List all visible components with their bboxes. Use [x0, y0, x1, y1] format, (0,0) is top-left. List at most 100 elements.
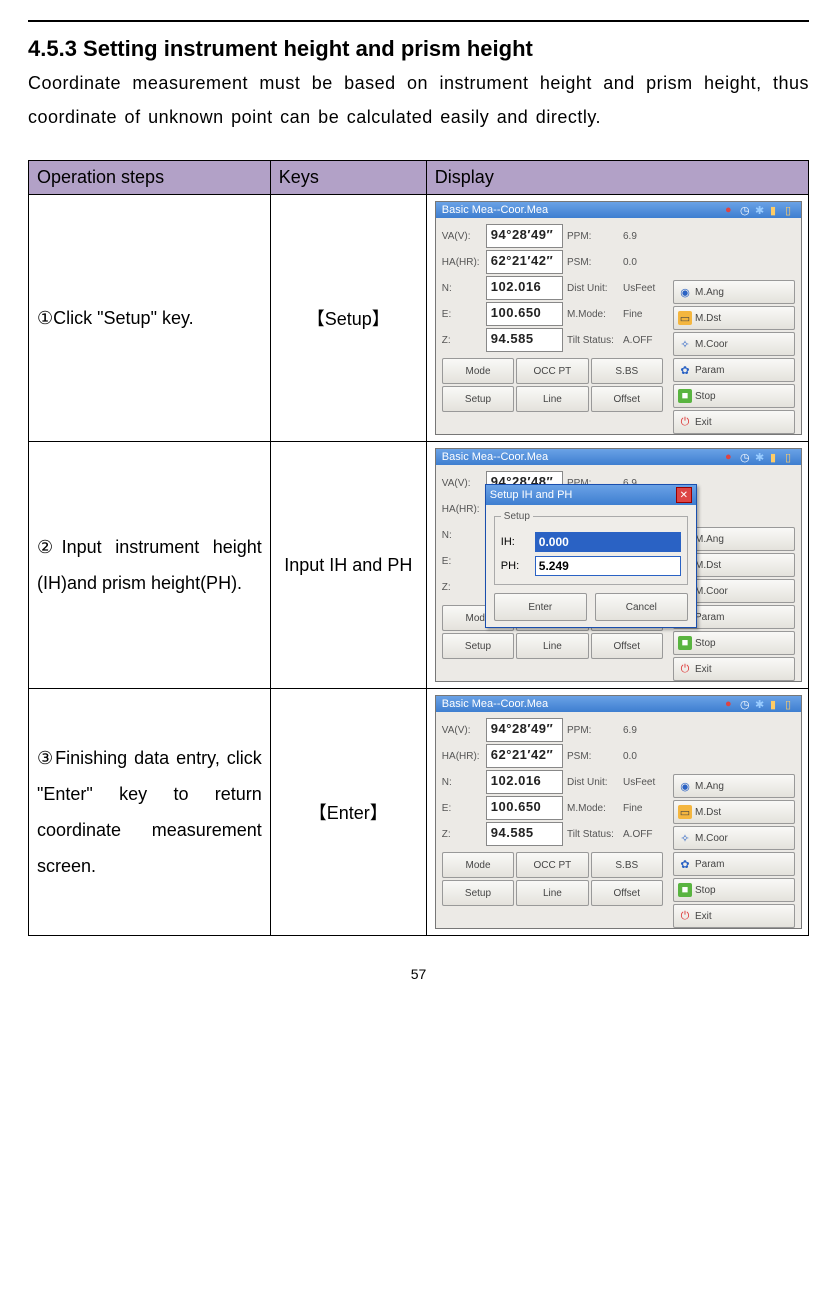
system-tray: ● ◷ ✱ ▮ ▯	[725, 698, 797, 710]
system-tray: ● ◷ ✱ ▮ ▯	[725, 204, 797, 216]
n-label: N:	[442, 283, 482, 294]
window-titlebar: Basic Mea--Coor.Mea ● ◷ ✱ ▮ ▯	[436, 202, 801, 218]
va-value: 94°28′49″	[486, 718, 563, 742]
exit-button[interactable]: ⏻Exit	[673, 904, 795, 928]
bluetooth-icon: ✱	[755, 204, 767, 216]
exit-button[interactable]: ⏻Exit	[673, 657, 795, 681]
psm-label: PSM:	[567, 751, 619, 762]
window-title: Basic Mea--Coor.Mea	[440, 204, 725, 216]
col-keys: Keys	[270, 161, 426, 195]
setup-button[interactable]: Setup	[442, 880, 514, 906]
va-label: VA(V):	[442, 725, 482, 736]
exit-icon: ⏻	[678, 909, 692, 923]
setup-button[interactable]: Setup	[442, 633, 514, 659]
param-button[interactable]: ✿Param	[673, 358, 795, 382]
clock-icon: ◷	[740, 204, 752, 216]
setup-ih-ph-dialog: Setup IH and PH ✕ Setup IH: PH:	[485, 484, 697, 628]
z-label: Z:	[442, 582, 482, 593]
stop-button[interactable]: ■Stop	[673, 631, 795, 655]
va-label: VA(V):	[442, 231, 482, 242]
z-value: 94.585	[486, 328, 563, 352]
mmode-value: Fine	[623, 309, 663, 320]
mmode-value: Fine	[623, 803, 663, 814]
tray-icon: ●	[725, 451, 737, 463]
line-button[interactable]: Line	[516, 633, 588, 659]
sbs-button[interactable]: S.BS	[591, 852, 663, 878]
steps-table: Operation steps Keys Display ①Click "Set…	[28, 160, 809, 936]
mdst-button[interactable]: ▭M.Dst	[673, 800, 795, 824]
n-value: 102.016	[486, 770, 563, 794]
exit-icon: ⏻	[678, 662, 692, 676]
mode-button[interactable]: Mode	[442, 358, 514, 384]
dialog-title: Setup IH and PH	[490, 489, 573, 501]
mdst-button[interactable]: ▭M.Dst	[673, 306, 795, 330]
dist-label: Dist Unit:	[567, 777, 619, 788]
globe-icon: ◉	[678, 779, 692, 793]
stop-icon: ■	[678, 389, 692, 403]
e-label: E:	[442, 556, 482, 567]
stop-button[interactable]: ■Stop	[673, 384, 795, 408]
section-intro: Coordinate measurement must be based on …	[28, 66, 809, 134]
table-row: ②Input instrument height (IH)and prism h…	[29, 442, 809, 689]
clock-icon: ◷	[740, 698, 752, 710]
e-label: E:	[442, 309, 482, 320]
sbs-button[interactable]: S.BS	[591, 358, 663, 384]
battery-icon: ▯	[785, 451, 797, 463]
enter-button[interactable]: Enter	[494, 593, 587, 621]
screenshot-3: Basic Mea--Coor.Mea ● ◷ ✱ ▮ ▯ VA(V): 94°…	[435, 695, 802, 929]
n-value: 102.016	[486, 276, 563, 300]
table-row: ③Finishing data entry, click "Enter" key…	[29, 689, 809, 936]
battery-icon: ▯	[785, 698, 797, 710]
mcoor-button[interactable]: ✧M.Coor	[673, 332, 795, 356]
signal-icon: ▮	[770, 698, 782, 710]
ha-value: 62°21′42″	[486, 250, 563, 274]
target-icon: ✧	[678, 337, 692, 351]
param-button[interactable]: ✿Param	[673, 852, 795, 876]
col-ops: Operation steps	[29, 161, 271, 195]
target-icon: ✧	[678, 831, 692, 845]
folder-icon: ▭	[678, 311, 692, 325]
globe-icon: ◉	[678, 285, 692, 299]
mode-button[interactable]: Mode	[442, 852, 514, 878]
system-tray: ● ◷ ✱ ▮ ▯	[725, 451, 797, 463]
e-value: 100.650	[486, 302, 563, 326]
ih-input[interactable]	[535, 532, 681, 552]
stop-icon: ■	[678, 883, 692, 897]
stop-button[interactable]: ■Stop	[673, 878, 795, 902]
occpt-button[interactable]: OCC PT	[516, 852, 588, 878]
ih-label: IH:	[501, 536, 529, 548]
window-title: Basic Mea--Coor.Mea	[440, 698, 725, 710]
setup-button[interactable]: Setup	[442, 386, 514, 412]
ppm-label: PPM:	[567, 725, 619, 736]
exit-icon: ⏻	[678, 415, 692, 429]
line-button[interactable]: Line	[516, 880, 588, 906]
table-row: ①Click "Setup" key. 【Setup】 Basic Mea--C…	[29, 195, 809, 442]
dist-label: Dist Unit:	[567, 283, 619, 294]
ph-input[interactable]	[535, 556, 681, 576]
z-value: 94.585	[486, 822, 563, 846]
tilt-label: Tilt Status:	[567, 335, 619, 346]
offset-button[interactable]: Offset	[591, 880, 663, 906]
mang-button[interactable]: ◉M.Ang	[673, 774, 795, 798]
z-label: Z:	[442, 335, 482, 346]
mang-button[interactable]: ◉M.Ang	[673, 280, 795, 304]
ha-value: 62°21′42″	[486, 744, 563, 768]
step3-op: ③Finishing data entry, click "Enter" key…	[29, 689, 271, 936]
ph-label: PH:	[501, 560, 529, 572]
mcoor-button[interactable]: ✧M.Coor	[673, 826, 795, 850]
cancel-button[interactable]: Cancel	[595, 593, 688, 621]
occpt-button[interactable]: OCC PT	[516, 358, 588, 384]
tilt-label: Tilt Status:	[567, 829, 619, 840]
col-display: Display	[426, 161, 808, 195]
ppm-value: 6.9	[623, 725, 663, 736]
close-icon[interactable]: ✕	[676, 487, 692, 503]
offset-button[interactable]: Offset	[591, 386, 663, 412]
clock-icon: ◷	[740, 451, 752, 463]
line-button[interactable]: Line	[516, 386, 588, 412]
screenshot-1: Basic Mea--Coor.Mea ● ◷ ✱ ▮ ▯ VA(V): 94°…	[435, 201, 802, 435]
va-value: 94°28′49″	[486, 224, 563, 248]
offset-button[interactable]: Offset	[591, 633, 663, 659]
psm-label: PSM:	[567, 257, 619, 268]
exit-button[interactable]: ⏻Exit	[673, 410, 795, 434]
window-titlebar: Basic Mea--Coor.Mea ● ◷ ✱ ▮ ▯	[436, 696, 801, 712]
